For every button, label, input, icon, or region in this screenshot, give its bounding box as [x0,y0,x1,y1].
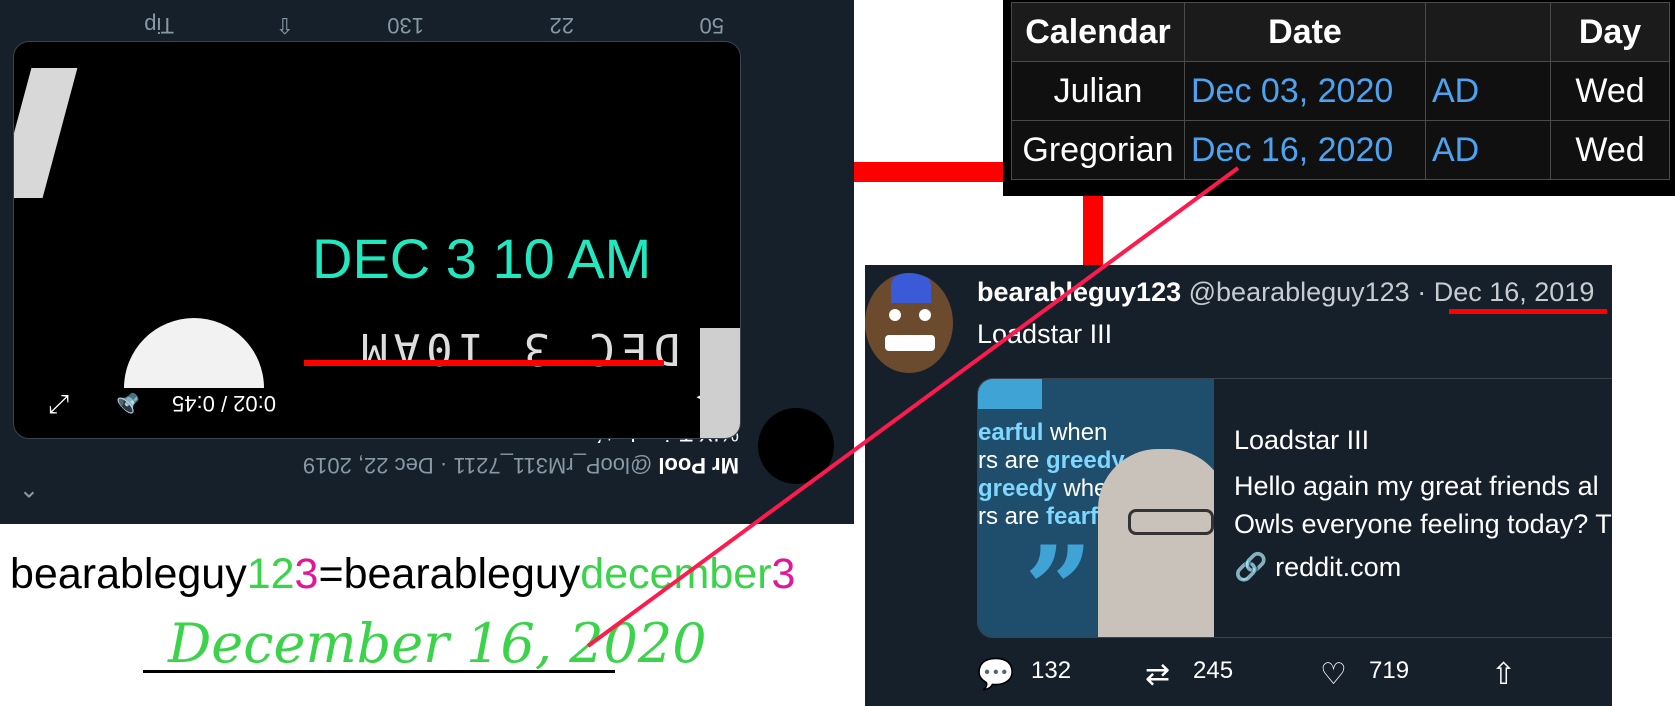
diagonal-connector [586,166,1240,648]
connector-line [586,166,1240,648]
